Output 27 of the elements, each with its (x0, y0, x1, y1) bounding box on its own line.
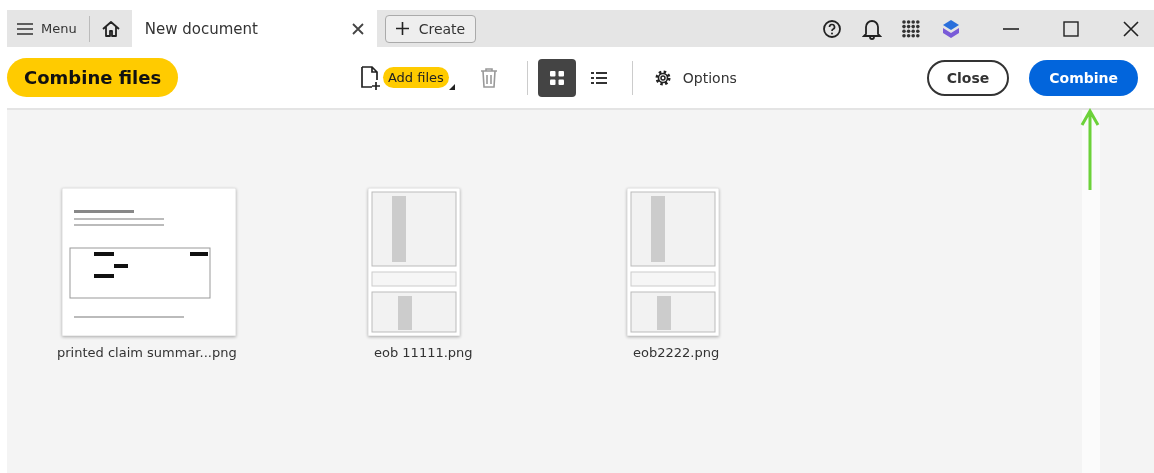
trash-icon[interactable] (478, 66, 499, 89)
menu-icon (17, 22, 33, 35)
caret-icon[interactable] (448, 84, 455, 90)
file-name: eob2222.png (633, 345, 720, 360)
close-icon[interactable] (350, 21, 365, 36)
bell-icon[interactable] (862, 17, 882, 40)
tool-title: Combine files (7, 58, 179, 97)
document-tab[interactable]: New document (131, 10, 377, 47)
file-name: printed claim summar...png (57, 345, 237, 360)
combine-button[interactable]: Combine (1029, 59, 1138, 96)
grid-icon (548, 69, 565, 86)
list-icon (590, 69, 607, 86)
close-button[interactable]: Close (926, 59, 1010, 96)
menu-button[interactable]: Menu (7, 10, 89, 47)
home-icon (100, 19, 121, 38)
apps-icon[interactable] (902, 19, 920, 38)
help-icon[interactable] (822, 18, 842, 39)
layers-icon[interactable] (940, 17, 962, 40)
grid-view-button[interactable] (537, 58, 576, 97)
file-name: eob 11111.png (374, 345, 473, 360)
add-file-icon[interactable] (359, 64, 382, 91)
maximize-icon[interactable] (1062, 19, 1080, 38)
create-button[interactable]: Create (384, 14, 477, 43)
close-icon[interactable] (1122, 19, 1140, 38)
options-button[interactable]: Options (642, 67, 745, 88)
add-files-button[interactable]: Add files (382, 67, 449, 88)
plus-icon (395, 22, 409, 35)
